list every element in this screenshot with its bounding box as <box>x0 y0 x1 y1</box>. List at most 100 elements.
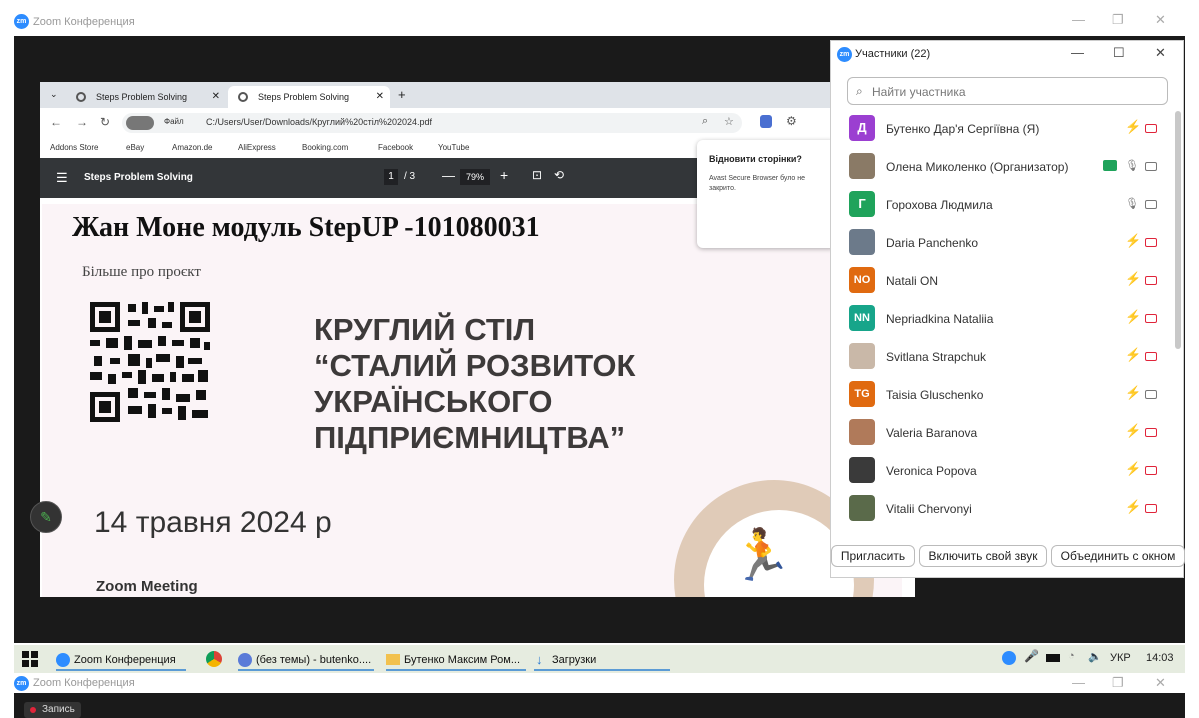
taskbar-folder[interactable]: Бутенко Максим Ром... <box>386 649 526 671</box>
bookmark-facebook[interactable]: Facebook <box>378 143 413 152</box>
bookmark-youtube[interactable]: YouTube <box>438 143 469 152</box>
video-off-icon <box>1145 124 1157 133</box>
bookmark-addons[interactable]: Addons Store <box>50 143 98 152</box>
chrome-icon[interactable] <box>206 651 222 667</box>
participant-name: Бутенко Дар'я Сергіївна (Я) <box>886 122 1040 136</box>
search-placeholder: Найти участника <box>872 85 966 99</box>
tab-2[interactable]: Steps Problem Solving ✕ <box>228 86 390 108</box>
clock[interactable]: 14:03 <box>1146 652 1174 664</box>
microphone-icon: 🎙 <box>1125 198 1139 210</box>
bookmark-booking[interactable]: Booking.com <box>302 143 348 152</box>
participants-title: Участники (22) <box>855 48 931 60</box>
video-camera-icon <box>1145 390 1157 399</box>
taskbar-label: Бутенко Максим Ром... <box>404 654 520 666</box>
wifi-icon[interactable]: ◔ <box>1068 650 1075 662</box>
bookmark-amazon[interactable]: Amazon.de <box>172 143 212 152</box>
participant-row[interactable]: Svitlana Strapchuk ⚡ <box>831 341 1171 379</box>
slide-title-line: ПІДПРИЄМНИЦТВА” <box>314 420 626 455</box>
avatar <box>849 457 875 483</box>
microphone-muted-icon: ⚡ <box>1125 385 1142 400</box>
minimize-icon[interactable]: — <box>1072 12 1085 27</box>
video-off-icon <box>1145 504 1157 513</box>
restore-icon[interactable]: ❐ <box>1112 675 1124 691</box>
date-month: травня <box>135 506 232 539</box>
taskbar-downloads[interactable]: ↓ Загрузки <box>534 649 670 671</box>
zoom-tray-icon[interactable] <box>1002 651 1016 665</box>
tab-1[interactable]: Steps Problem Solving ✕ <box>66 86 226 108</box>
recording-indicator[interactable]: Запись <box>24 702 81 718</box>
zoom-level[interactable]: 79% <box>460 169 490 185</box>
forward-icon[interactable]: → <box>76 115 88 129</box>
video-camera-icon <box>1145 162 1157 171</box>
zoom-in-icon[interactable]: + <box>500 167 508 183</box>
bookmark-aliexpress[interactable]: AliExpress <box>238 143 276 152</box>
taskbar-mail[interactable]: (без темы) - butenko.... <box>238 649 374 671</box>
battery-icon[interactable] <box>1046 654 1060 662</box>
participant-row[interactable]: Г Горохова Людмила 🎙 <box>831 189 1171 227</box>
zoom-meeting-label: Zoom Meeting <box>96 578 198 595</box>
running-man-icon: 🏃 <box>730 527 793 583</box>
participant-row[interactable]: Олена Миколенко (Организатор) 🎙 <box>831 151 1171 189</box>
participant-row[interactable]: NO Natali ON ⚡ <box>831 265 1171 303</box>
zoom-lens-icon[interactable]: ⌕ <box>702 115 708 128</box>
tab-list-icon[interactable]: ⌄ <box>50 89 58 100</box>
participant-row[interactable]: TG Taisia Gluschenko ⚡ <box>831 379 1171 417</box>
new-tab-button[interactable]: + <box>398 87 406 102</box>
taskbar-zoom[interactable]: Zoom Конференция <box>56 649 186 671</box>
video-camera-icon <box>1145 200 1157 209</box>
search-icon: ⌕ <box>856 84 863 98</box>
extension-icon[interactable]: ⚙ <box>786 114 797 128</box>
page-input[interactable]: 1 <box>384 169 398 185</box>
maximize-icon[interactable]: ☐ <box>1113 45 1125 61</box>
video-off-icon <box>1145 352 1157 361</box>
shield-badge-icon <box>126 116 154 130</box>
unmute-button[interactable]: Включить свой звук <box>919 545 1047 567</box>
window-title: Zoom Конференция <box>33 677 135 689</box>
tab-close-icon[interactable]: ✕ <box>212 86 220 108</box>
close-icon[interactable]: ✕ <box>1155 12 1166 28</box>
participant-name: Valeria Baranova <box>886 426 978 440</box>
fit-page-icon[interactable]: ⊡ <box>532 168 542 182</box>
bookmark-ebay[interactable]: eBay <box>126 143 144 152</box>
invite-button[interactable]: Пригласить <box>831 545 915 567</box>
close-icon[interactable]: ✕ <box>1155 675 1166 691</box>
zoom-logo-icon: zm <box>14 676 29 691</box>
microphone-tray-icon[interactable]: 🎤 <box>1024 649 1039 663</box>
participant-row[interactable]: Daria Panchenko ⚡ <box>831 227 1171 265</box>
menu-icon[interactable]: ☰ <box>56 170 68 186</box>
microphone-muted-icon: ⚡ <box>1125 499 1142 514</box>
minimize-icon[interactable]: — <box>1072 675 1085 690</box>
participant-row[interactable]: Д Бутенко Дар'я Сергіївна (Я) ⚡ <box>831 113 1171 151</box>
volume-icon[interactable]: 🔈 <box>1088 650 1102 663</box>
popup-title: Відновити сторінки? <box>709 154 802 164</box>
participant-row[interactable]: NN Nepriadkina Nataliia ⚡ <box>831 303 1171 341</box>
annotate-pencil-icon[interactable]: ✎ <box>30 501 62 533</box>
zoom-out-icon[interactable]: — <box>442 168 455 183</box>
reload-icon[interactable]: ↻ <box>100 115 110 129</box>
microphone-muted-icon: ⚡ <box>1125 233 1142 248</box>
minimize-icon[interactable]: — <box>1071 45 1084 60</box>
participant-row[interactable]: Valeria Baranova ⚡ <box>831 417 1171 455</box>
avast-shield-icon[interactable] <box>760 115 772 128</box>
participant-name: Nepriadkina Nataliia <box>886 312 994 326</box>
participant-name: Олена Миколенко (Организатор) <box>886 160 1069 174</box>
merge-window-button[interactable]: Объединить с окном <box>1051 545 1185 567</box>
microphone-muted-icon: ⚡ <box>1125 347 1142 362</box>
close-icon[interactable]: ✕ <box>1155 45 1166 61</box>
back-icon[interactable]: ← <box>50 115 62 129</box>
language-indicator[interactable]: УКР <box>1110 652 1131 664</box>
address-input[interactable]: Файл C:/Users/User/Downloads/Круглий%20с… <box>122 113 742 133</box>
taskbar-label: Загрузки <box>552 654 597 666</box>
scrollbar[interactable] <box>1175 111 1181 349</box>
participant-name: Daria Panchenko <box>886 236 979 250</box>
tab-close-icon[interactable]: ✕ <box>376 86 384 108</box>
participant-row[interactable]: Vitalii Chervonyi ⚡ <box>831 493 1171 531</box>
qr-code-icon <box>88 300 212 424</box>
windows-start-icon[interactable] <box>22 651 38 667</box>
participant-row[interactable]: Veronica Popova ⚡ <box>831 455 1171 493</box>
restore-icon[interactable]: ❐ <box>1112 12 1124 28</box>
star-icon[interactable]: ☆ <box>724 115 734 128</box>
pdf-slide: Жан Моне модуль StepUP -101080031 Більше… <box>42 204 902 597</box>
search-participant-input[interactable]: ⌕ Найти участника <box>847 77 1168 105</box>
rotate-icon[interactable]: ⟲ <box>554 168 564 182</box>
